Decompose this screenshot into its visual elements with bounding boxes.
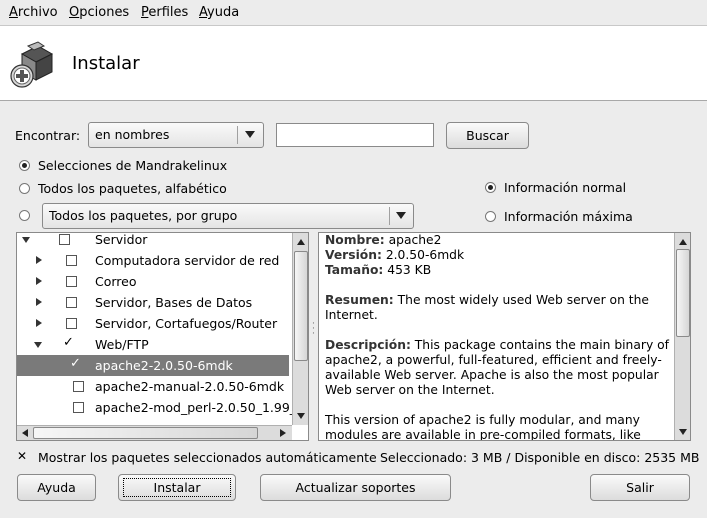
expander-closed-icon[interactable]: [36, 277, 42, 285]
scroll-right-icon[interactable]: [280, 429, 286, 437]
checkmark-icon[interactable]: ✓: [63, 335, 74, 350]
chevron-down-icon: [245, 131, 255, 138]
install-button-label: Instalar: [122, 478, 232, 497]
chevron-down-icon: [396, 212, 406, 219]
search-mode-value: en nombres: [95, 127, 170, 142]
package-description-extra: This version of apache2 is fully modular…: [325, 413, 641, 441]
checkbox-icon[interactable]: [73, 381, 84, 392]
checkbox-icon[interactable]: [59, 234, 70, 245]
header-banner: Instalar: [0, 26, 707, 101]
tree-row[interactable]: apache2-mod_perl-2.0.50_1.99_: [17, 397, 296, 418]
scroll-left-icon[interactable]: [22, 429, 28, 437]
tree-row[interactable]: Correo: [17, 271, 289, 292]
auto-show-checkbox[interactable]: ✕: [17, 450, 28, 462]
package-version: 2.0.50-6mdk: [385, 248, 465, 262]
install-button[interactable]: Instalar: [118, 474, 236, 501]
checkmark-icon[interactable]: ✓: [70, 356, 81, 371]
expander-open-icon[interactable]: [22, 237, 30, 243]
package-details: Nombre: apache2 Versión: 2.0.50-6mdk Tam…: [318, 232, 691, 441]
scroll-down-icon[interactable]: [297, 413, 305, 419]
expander-open-icon[interactable]: [34, 342, 42, 348]
package-size: 453 KB: [387, 263, 432, 277]
radio-info-max[interactable]: [485, 211, 496, 222]
radio-info-max-label: Información máxima: [504, 209, 633, 224]
disk-status: Seleccionado: 3 MB / Disponible en disco…: [380, 450, 700, 465]
radio-all-alphabetic[interactable]: [19, 183, 30, 194]
scroll-thumb[interactable]: [294, 251, 308, 361]
menu-opciones[interactable]: Opciones: [69, 5, 129, 20]
search-input[interactable]: [276, 123, 434, 147]
package-info-text: Nombre: apache2 Versión: 2.0.50-6mdk Tam…: [325, 233, 669, 441]
checkbox-icon[interactable]: [66, 255, 77, 266]
scroll-thumb[interactable]: [676, 249, 690, 337]
expander-closed-icon[interactable]: [36, 298, 42, 306]
group-view-value: Todos los paquetes, por grupo: [49, 208, 238, 223]
scroll-thumb[interactable]: [33, 427, 258, 439]
expander-closed-icon[interactable]: [36, 256, 42, 264]
tree-row[interactable]: ✓ Web/FTP: [17, 334, 289, 355]
scroll-up-icon[interactable]: [297, 239, 305, 245]
checkbox-icon[interactable]: [66, 276, 77, 287]
tree-row[interactable]: Servidor: [17, 233, 289, 250]
tree-vertical-scrollbar[interactable]: [292, 233, 308, 425]
checkbox-icon[interactable]: [73, 402, 84, 413]
search-mode-combo[interactable]: en nombres: [88, 122, 264, 148]
tree-row[interactable]: Servidor, Bases de Datos: [17, 292, 289, 313]
tree-row[interactable]: apache2-manual-2.0.50-6mdk: [17, 376, 289, 397]
radio-mandrake-selections[interactable]: [19, 160, 30, 171]
group-view-combo[interactable]: Todos los paquetes, por grupo: [42, 203, 414, 229]
menu-perfiles[interactable]: Perfiles: [141, 5, 188, 20]
details-vertical-scrollbar[interactable]: [674, 233, 690, 440]
menu-archivo[interactable]: Archivo: [9, 5, 58, 20]
search-button[interactable]: Buscar: [446, 122, 529, 149]
scroll-up-icon[interactable]: [679, 239, 687, 245]
pane-splitter-handle[interactable]: · · ·: [312, 320, 315, 340]
quit-button[interactable]: Salir: [590, 474, 690, 501]
radio-mandrake-selections-label: Selecciones de Mandrakelinux: [38, 158, 228, 173]
tree-row[interactable]: Computadora servidor de red: [17, 250, 289, 271]
radio-info-normal[interactable]: [485, 182, 496, 193]
install-package-icon: [10, 41, 54, 88]
menu-bar: Archivo Opciones Perfiles Ayuda: [0, 0, 707, 26]
checkbox-icon[interactable]: [66, 297, 77, 308]
scroll-down-icon[interactable]: [679, 429, 687, 435]
tree-row[interactable]: Servidor, Cortafuegos/Router: [17, 313, 289, 334]
checkbox-icon[interactable]: [66, 318, 77, 329]
update-media-button[interactable]: Actualizar soportes: [260, 474, 451, 501]
radio-all-alphabetic-label: Todos los paquetes, alfabético: [38, 181, 227, 196]
expander-closed-icon[interactable]: [36, 319, 42, 327]
menu-ayuda[interactable]: Ayuda: [199, 5, 239, 20]
tree-horizontal-scrollbar[interactable]: [17, 425, 292, 440]
tree-row-selected[interactable]: ✓ apache2-2.0.50-6mdk: [17, 355, 289, 376]
radio-info-normal-label: Información normal: [504, 180, 627, 195]
help-button[interactable]: Ayuda: [17, 474, 96, 501]
radio-all-by-group[interactable]: [19, 210, 30, 221]
package-tree: Servidor Computadora servidor de red Cor…: [16, 232, 309, 441]
auto-show-label: Mostrar los paquetes seleccionados autom…: [38, 450, 377, 465]
package-name: apache2: [388, 233, 442, 247]
page-title: Instalar: [72, 53, 140, 74]
find-label: Encontrar:: [15, 128, 81, 143]
